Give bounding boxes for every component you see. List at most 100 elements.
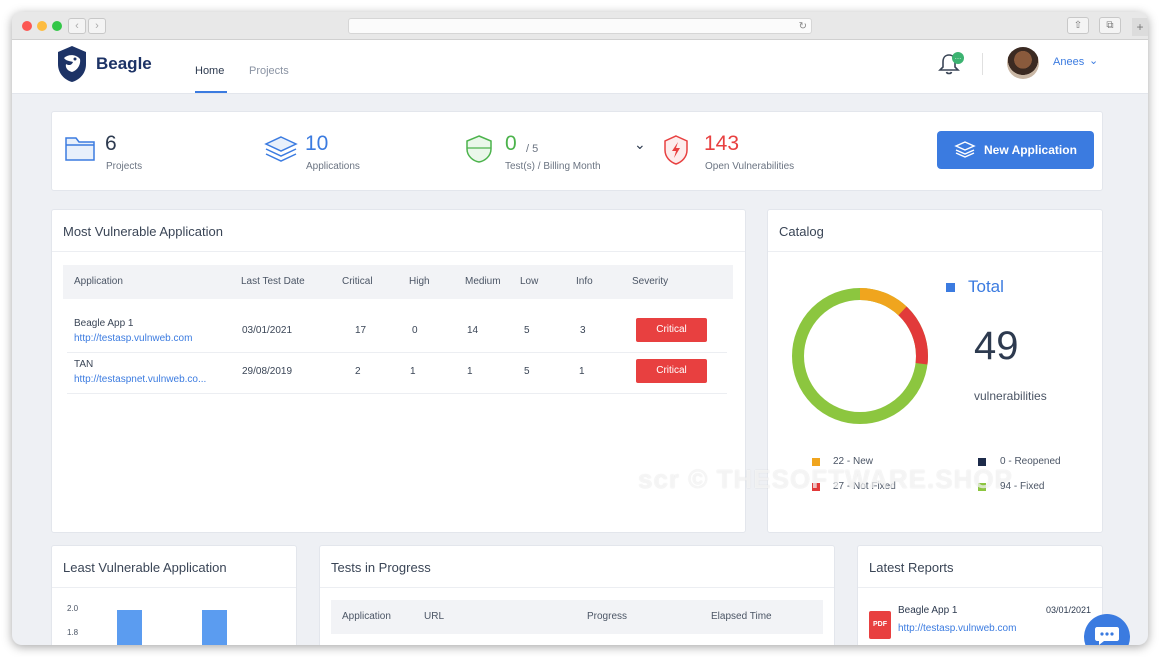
low-count: 5 [524, 366, 530, 377]
reload-icon[interactable]: ↻ [799, 19, 807, 34]
projects-count: 6 [105, 132, 117, 155]
share-icon: ⇧ [1073, 20, 1083, 31]
billing-month-dropdown-icon[interactable]: ⌄ [634, 136, 646, 153]
tests-in-progress-card: Tests in Progress Application URL Progre… [319, 545, 835, 645]
applications-label[interactable]: Applications [306, 161, 360, 172]
chart-bar [117, 610, 142, 645]
vulnerability-donut-chart [792, 288, 928, 424]
app-name: Beagle App 1 [74, 318, 134, 329]
forward-button[interactable]: › [88, 18, 106, 34]
card-divider [858, 587, 1102, 588]
tests-label: Test(s) / Billing Month [505, 161, 601, 172]
row-divider [67, 393, 727, 394]
brand-name: Beagle [96, 54, 152, 73]
tests-count: 0 [505, 132, 517, 155]
column-header[interactable]: Critical [342, 276, 373, 287]
high-count: 0 [412, 325, 418, 336]
app-name: TAN [74, 359, 94, 370]
vulnerabilities-count: 143 [704, 132, 740, 155]
info-count: 1 [579, 366, 585, 377]
severity-badge: Critical [636, 359, 707, 383]
most-vulnerable-title: Most Vulnerable Application [63, 224, 223, 239]
projects-label[interactable]: Projects [106, 161, 142, 172]
avatar[interactable] [1007, 47, 1039, 79]
column-header[interactable]: High [409, 276, 430, 287]
medium-count: 1 [467, 366, 473, 377]
least-vulnerable-card: Least Vulnerable Application 2.0 1.8 [51, 545, 297, 645]
tabs-button[interactable]: ⧉ [1099, 17, 1121, 34]
chevron-left-icon: ‹ [75, 20, 79, 32]
critical-count: 2 [355, 366, 361, 377]
back-button[interactable]: ‹ [68, 18, 86, 34]
column-header[interactable]: Info [576, 276, 593, 287]
minimize-window-button[interactable] [37, 21, 47, 31]
total-count: 49 [974, 324, 1019, 368]
shield-icon [466, 135, 492, 163]
last-test-date: 03/01/2021 [242, 325, 293, 336]
share-button[interactable]: ⇧ [1067, 17, 1089, 34]
pdf-icon[interactable]: PDF [869, 611, 891, 639]
row-divider [67, 352, 727, 353]
tabs-icon: ⧉ [1106, 20, 1114, 31]
last-test-date: 29/08/2019 [242, 366, 293, 377]
nav-tab-projects[interactable]: Projects [249, 65, 289, 77]
folder-icon [65, 137, 95, 161]
card-divider [320, 587, 834, 588]
column-header[interactable]: Application [74, 276, 123, 287]
header-divider [982, 53, 983, 75]
severity-badge: Critical [636, 318, 707, 342]
card-divider [52, 587, 296, 588]
medium-count: 14 [467, 325, 479, 336]
report-url-link[interactable]: http://testasp.vulnweb.com [898, 623, 1016, 634]
column-header[interactable]: Severity [632, 276, 668, 287]
nav-tab-home[interactable]: Home [195, 65, 224, 77]
table-header: Application Last Test Date Critical High… [63, 265, 733, 299]
browser-toolbar: ‹ › ↻ ⇧ ⧉ + [12, 12, 1148, 40]
chevron-right-icon: › [95, 20, 99, 32]
column-header[interactable]: Medium [465, 276, 501, 287]
app-url-link[interactable]: http://testaspnet.vulnweb.co... [74, 374, 206, 385]
card-divider [52, 251, 745, 252]
shield-alert-icon [664, 135, 688, 165]
chat-bubble-icon [1095, 627, 1119, 645]
new-tab-button[interactable]: + [1132, 18, 1148, 36]
applications-count: 10 [305, 132, 329, 155]
chart-bar [202, 610, 227, 645]
column-header[interactable]: Application [342, 611, 391, 622]
critical-count: 17 [355, 325, 367, 336]
notification-badge: … [952, 52, 964, 64]
latest-reports-card: Latest Reports PDF Beagle App 1 http://t… [857, 545, 1103, 645]
new-application-button[interactable]: New Application [937, 131, 1094, 169]
latest-reports-title: Latest Reports [869, 560, 954, 575]
tests-in-progress-title: Tests in Progress [331, 560, 431, 575]
chevron-down-icon[interactable]: ⌄ [1089, 54, 1098, 67]
app-url-link[interactable]: http://testasp.vulnweb.com [74, 333, 192, 344]
report-date: 03/01/2021 [1046, 605, 1092, 615]
user-name[interactable]: Anees [1053, 56, 1084, 68]
card-divider [768, 251, 1102, 252]
app-header: Beagle Home Projects … Anees ⌄ [12, 40, 1148, 94]
low-count: 5 [524, 325, 530, 336]
maximize-window-button[interactable] [52, 21, 62, 31]
total-unit: vulnerabilities [974, 389, 1047, 403]
new-application-label: New Application [984, 143, 1077, 157]
column-header[interactable]: URL [424, 611, 444, 622]
info-count: 3 [580, 325, 586, 336]
column-header[interactable]: Low [520, 276, 538, 287]
layers-icon [264, 136, 298, 162]
vulnerabilities-label: Open Vulnerabilities [705, 161, 795, 172]
beagle-logo-icon [58, 46, 86, 82]
layers-icon [954, 141, 976, 158]
catalog-title: Catalog [779, 224, 824, 239]
total-marker-icon [946, 283, 955, 292]
column-header[interactable]: Last Test Date [241, 276, 305, 287]
high-count: 1 [410, 366, 416, 377]
y-axis-tick: 2.0 [67, 604, 79, 613]
column-header[interactable]: Progress [587, 611, 627, 622]
y-axis-tick: 1.8 [67, 628, 79, 637]
address-bar[interactable]: ↻ [348, 18, 812, 34]
browser-window: ‹ › ↻ ⇧ ⧉ + Beagle Home Projects … Anees… [12, 12, 1148, 645]
close-window-button[interactable] [22, 21, 32, 31]
column-header[interactable]: Elapsed Time [711, 611, 772, 622]
watermark-text: scr © THESOFTWARE.SHOP [638, 464, 1013, 494]
